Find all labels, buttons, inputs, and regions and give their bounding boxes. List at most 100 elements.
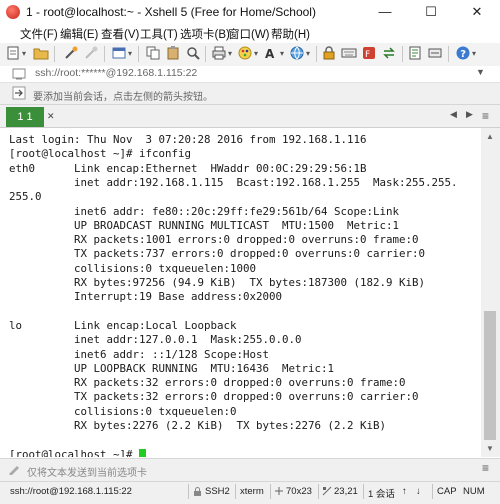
- terminal-cursor: [139, 448, 146, 457]
- terminal-line: inet addr:127.0.0.1 Mask:255.0.0.0: [9, 333, 302, 347]
- status-num: NUM: [463, 486, 485, 497]
- xshell-app-icon[interactable]: [6, 5, 20, 19]
- find-icon[interactable]: [184, 45, 202, 63]
- window-title: 1 - root@localhost:~ - Xshell 5 (Free fo…: [26, 5, 316, 19]
- menu-edit[interactable]: 编辑(E): [60, 26, 98, 42]
- color-scheme-dropdown-icon[interactable]: ▾: [254, 45, 262, 63]
- tab-scroll-right-icon[interactable]: ▶: [466, 109, 473, 120]
- status-sessions: 1 会话: [368, 489, 395, 500]
- status-protocol-icon: [192, 486, 203, 500]
- menu-window[interactable]: 窗口(W): [228, 26, 270, 42]
- menu-view[interactable]: 查看(V): [101, 26, 139, 42]
- help-icon[interactable]: ?: [454, 45, 472, 63]
- address-text[interactable]: ssh://root:******@192.168.1.115:22: [35, 67, 197, 79]
- compose-menu-icon[interactable]: ≡: [482, 461, 489, 475]
- font-dropdown-icon[interactable]: ▾: [280, 45, 288, 63]
- toolbar-separator: [205, 46, 206, 62]
- status-separator: [235, 484, 236, 499]
- open-folder-icon[interactable]: [32, 45, 50, 63]
- terminal-line: TX packets:737 errors:0 dropped:0 overru…: [9, 247, 426, 261]
- address-dropdown-icon[interactable]: ▼: [476, 67, 485, 77]
- toolbar-separator: [54, 46, 55, 62]
- status-size-icon: [274, 486, 284, 499]
- compose-icon[interactable]: [426, 45, 444, 63]
- tab-scroll-left-icon[interactable]: ◀: [450, 109, 457, 120]
- color-scheme-icon[interactable]: [236, 45, 254, 63]
- menu-file[interactable]: 文件(F): [20, 26, 58, 42]
- help-dropdown-icon[interactable]: ▾: [472, 45, 480, 63]
- toolbar-separator: [448, 46, 449, 62]
- terminal-line: RX packets:1001 errors:0 dropped:0 overr…: [9, 233, 419, 247]
- add-session-arrow-icon[interactable]: [12, 86, 26, 100]
- terminal-line: [root@localhost ~]# ifconfig: [9, 147, 192, 161]
- toolbar-separator: [316, 46, 317, 62]
- status-down-arrow-icon[interactable]: ↓: [416, 486, 421, 497]
- new-session-dropdown-icon[interactable]: ▾: [22, 45, 30, 63]
- toolbar-separator: [104, 46, 105, 62]
- scroll-down-icon[interactable]: ▼: [486, 444, 494, 453]
- maximize-button[interactable]: ☐: [408, 0, 454, 24]
- properties-dropdown-icon[interactable]: ▾: [128, 45, 136, 63]
- properties-icon[interactable]: [110, 45, 128, 63]
- terminal-line: TX packets:32 errors:0 dropped:0 overrun…: [9, 390, 419, 404]
- terminal-line: Interrupt:19 Base address:0x2000: [9, 290, 283, 304]
- close-button[interactable]: ✕: [454, 0, 500, 24]
- terminal-line: collisions:0 txqueuelen:1000: [9, 261, 257, 275]
- tab-close-icon[interactable]: ✕: [47, 111, 55, 122]
- status-address: ssh://root@192.168.1.115:22: [10, 486, 132, 497]
- xftp-icon[interactable]: F: [360, 45, 378, 63]
- status-separator: [270, 484, 271, 499]
- terminal-line: RX packets:32 errors:0 dropped:0 overrun…: [9, 376, 406, 390]
- status-position: 23,21: [334, 486, 358, 497]
- hint-text: 要添加当前会话，点击左侧的箭头按钮。: [33, 92, 213, 103]
- new-session-icon[interactable]: [4, 45, 22, 63]
- status-separator: [318, 484, 319, 499]
- toolbar-separator: [138, 46, 139, 62]
- tab-menu-icon[interactable]: ≡: [482, 109, 489, 123]
- status-separator: [432, 484, 433, 499]
- terminal-line: collisions:0 txqueuelen:0: [9, 404, 237, 418]
- status-separator: [363, 484, 364, 499]
- status-position-icon: [322, 486, 332, 499]
- minimize-button[interactable]: —: [362, 0, 408, 24]
- address-session-icon: [12, 67, 26, 81]
- print-dropdown-icon[interactable]: ▾: [228, 45, 236, 63]
- toolbar-separator: [402, 46, 403, 62]
- terminal-line: UP BROADCAST RUNNING MULTICAST MTU:1500 …: [9, 218, 400, 232]
- terminal-line: eth0 Link encap:Ethernet HWaddr 00:0C:29…: [9, 161, 367, 175]
- paste-icon[interactable]: [164, 45, 182, 63]
- keyboard-icon[interactable]: [340, 45, 358, 63]
- status-caps: CAP: [437, 486, 457, 497]
- font-icon[interactable]: A: [262, 45, 280, 63]
- terminal-line: RX bytes:97256 (94.9 KiB) TX bytes:18730…: [9, 276, 426, 289]
- menu-help[interactable]: 帮助(H): [271, 26, 310, 42]
- menu-tools[interactable]: 工具(T): [140, 26, 178, 42]
- terminal-output[interactable]: Last login: Thu Nov 3 07:20:28 2016 from…: [0, 128, 481, 457]
- script-icon[interactable]: [406, 45, 424, 63]
- menu-tabs[interactable]: 选项卡(B): [180, 26, 230, 42]
- copy-icon[interactable]: [144, 45, 162, 63]
- print-icon[interactable]: [210, 45, 228, 63]
- scroll-up-icon[interactable]: ▲: [486, 132, 494, 141]
- compose-send-icon[interactable]: [8, 463, 20, 478]
- terminal-line: [root@localhost ~]#: [9, 447, 140, 457]
- status-size: 70x23: [286, 486, 312, 497]
- terminal-line: UP LOOPBACK RUNNING MTU:16436 Metric:1: [9, 361, 335, 375]
- compose-placeholder[interactable]: 仅将文本发送到当前选项卡: [27, 464, 147, 479]
- terminal-line: lo Link encap:Local Loopback: [9, 318, 237, 332]
- status-up-arrow-icon[interactable]: ↑: [402, 486, 407, 497]
- terminal-line: Last login: Thu Nov 3 07:20:28 2016 from…: [9, 133, 367, 146]
- disconnect-icon[interactable]: [82, 45, 100, 63]
- terminal-line: RX bytes:2276 (2.2 KiB) TX bytes:2276 (2…: [9, 419, 387, 432]
- status-separator: [188, 484, 189, 499]
- lock-icon[interactable]: [320, 45, 338, 63]
- transfer-icon[interactable]: [380, 45, 398, 63]
- svg-text:A: A: [265, 47, 275, 61]
- connect-icon[interactable]: [62, 45, 80, 63]
- globe-icon[interactable]: [288, 45, 306, 63]
- svg-text:?: ?: [460, 49, 466, 60]
- globe-dropdown-icon[interactable]: ▾: [306, 45, 314, 63]
- terminal-line: inet6 addr: fe80::20c:29ff:fe29:561b/64 …: [9, 204, 400, 218]
- tab-session-1[interactable]: 1 1: [6, 107, 44, 127]
- scrollbar-thumb[interactable]: [484, 311, 496, 440]
